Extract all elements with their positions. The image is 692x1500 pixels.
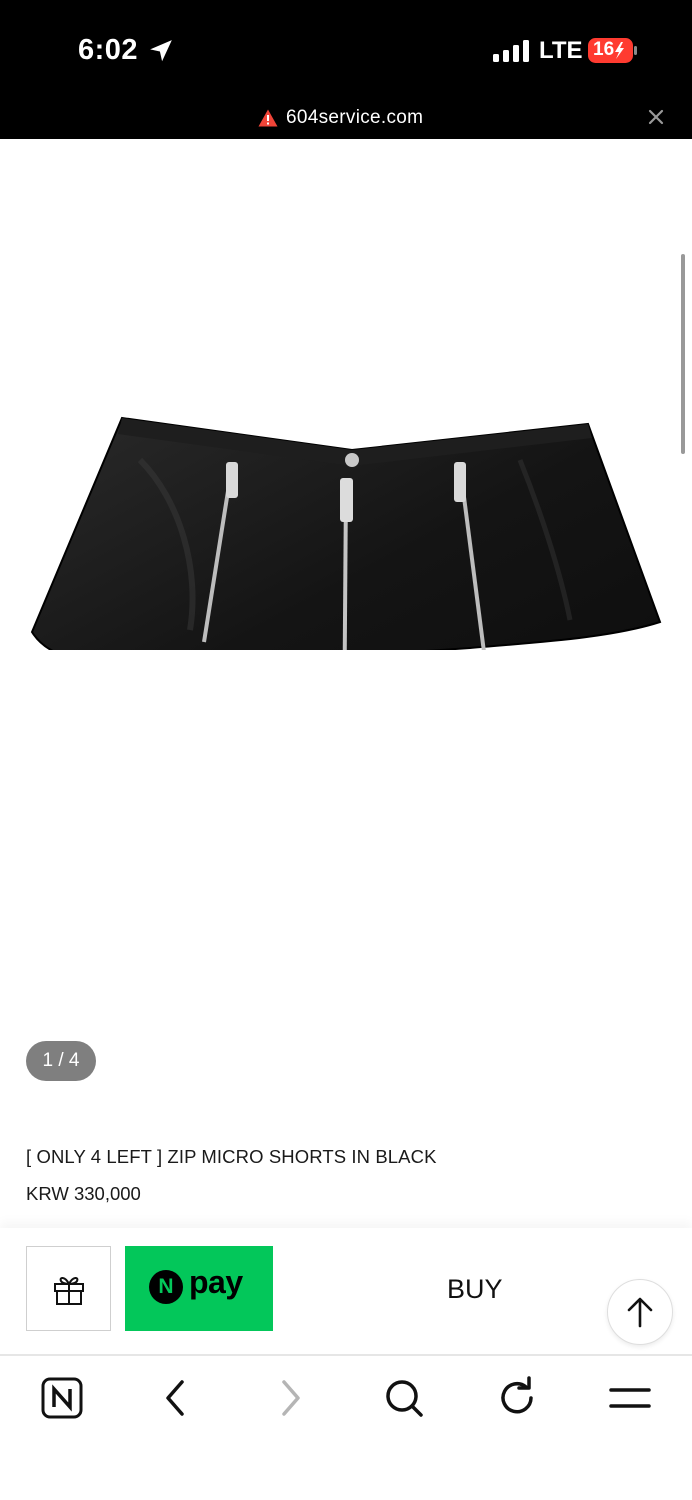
url-domain[interactable]: 604service.com: [286, 107, 423, 129]
image-page-indicator: 1 / 4: [26, 1041, 96, 1081]
purchase-bar: N pay BUY: [0, 1228, 692, 1354]
search-icon: [386, 1380, 423, 1417]
status-time: 6:02: [78, 34, 139, 66]
back-chevron-icon: [166, 1380, 184, 1416]
url-bar[interactable]: 604service.com: [0, 100, 692, 139]
product-price: KRW 330,000: [26, 1183, 141, 1204]
refresh-button[interactable]: [495, 1376, 539, 1420]
close-icon[interactable]: [647, 108, 665, 126]
product-title: [ ONLY 4 LEFT ] ZIP MICRO SHORTS IN BLAC…: [26, 1146, 437, 1167]
product-image[interactable]: [0, 270, 692, 650]
naver-icon: [41, 1377, 83, 1419]
menu-icon: [609, 1388, 651, 1408]
status-bar: 6:02 LTE 16: [0, 0, 692, 100]
network-type: LTE: [539, 37, 583, 64]
location-arrow-icon: [150, 40, 172, 62]
buy-label: BUY: [447, 1274, 503, 1304]
scroll-to-top-button[interactable]: [607, 1279, 673, 1345]
forward-button[interactable]: [268, 1376, 312, 1420]
npay-button[interactable]: N pay: [125, 1246, 273, 1331]
gift-icon: [54, 1277, 84, 1305]
menu-button[interactable]: [608, 1376, 652, 1420]
warning-icon: [258, 109, 278, 127]
npay-logo: N: [149, 1270, 183, 1304]
back-button[interactable]: [154, 1376, 198, 1420]
forward-chevron-icon: [282, 1380, 300, 1416]
signal-bars-icon: [493, 40, 529, 62]
refresh-icon: [501, 1376, 533, 1414]
battery-level: 16: [593, 39, 615, 60]
battery-icon: 16: [588, 38, 638, 63]
search-button[interactable]: [382, 1376, 426, 1420]
browser-toolbar: [0, 1356, 692, 1500]
npay-label: pay: [189, 1264, 243, 1300]
arrow-up-icon: [627, 1297, 653, 1328]
gift-button[interactable]: [26, 1246, 111, 1331]
naver-home-button[interactable]: [40, 1376, 84, 1420]
